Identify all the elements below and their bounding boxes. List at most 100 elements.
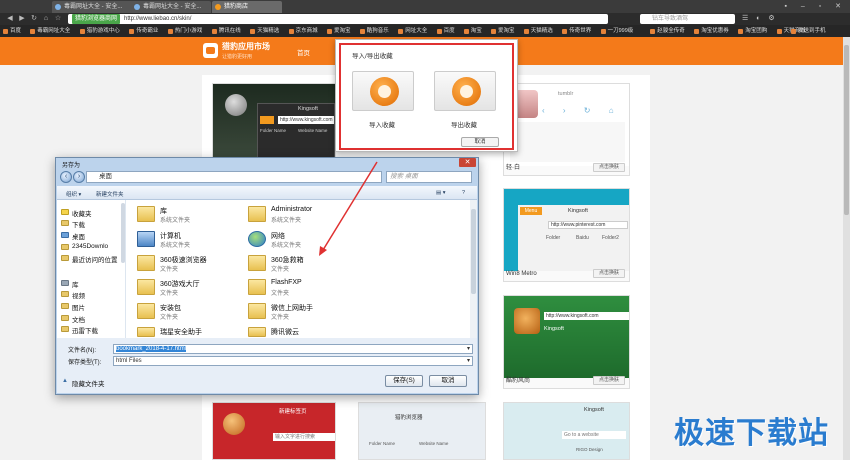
bookmark-icon bbox=[776, 28, 782, 34]
back-icon[interactable]: ‹ bbox=[60, 171, 72, 183]
tree-item[interactable]: 桌面 bbox=[60, 231, 85, 241]
tree-scrollbar[interactable] bbox=[121, 203, 125, 263]
bookmark-item[interactable]: 百度 bbox=[436, 25, 455, 37]
view-options-icon[interactable]: ▤ ▾ bbox=[436, 190, 446, 196]
skin-card-teal[interactable]: Kingsoft Go to a website RIGO Design bbox=[503, 402, 630, 460]
bookmark-item[interactable]: 爱淘宝 bbox=[326, 25, 351, 37]
file-item[interactable]: 360极速浏览器 文件夹 bbox=[137, 255, 247, 275]
file-item[interactable]: 安装包 文件夹 bbox=[137, 303, 247, 323]
chevron-down-icon[interactable]: ▾ bbox=[467, 345, 470, 353]
skin-card-gray[interactable]: 猎豹浏览器 Folder Name Website Name bbox=[358, 402, 486, 460]
back-icon[interactable]: ◀ bbox=[6, 15, 14, 23]
toolbar-icons[interactable]: ☰ ◐ ⚙ bbox=[742, 14, 778, 22]
file-list-scrollbar-thumb[interactable] bbox=[471, 209, 476, 294]
nav-home-link[interactable]: 首页 bbox=[297, 47, 310, 57]
save-button[interactable]: 保存(S) bbox=[385, 375, 423, 387]
file-item[interactable]: 网络 系统文件夹 bbox=[248, 231, 358, 251]
tree-item[interactable]: 迅雷下载 bbox=[60, 325, 98, 335]
bookmark-item[interactable]: 酷狗音乐 bbox=[359, 25, 389, 37]
bookmark-item[interactable]: 京东商城 bbox=[288, 25, 318, 37]
apply-skin-button[interactable]: 点击换肤 bbox=[592, 163, 625, 172]
bookmark-label: 一刀999级 bbox=[607, 28, 634, 34]
bookmark-icon bbox=[211, 28, 217, 34]
export-favorites-button[interactable] bbox=[434, 71, 496, 111]
filename-input[interactable]: bookmark_2018-4-17.html ▾ bbox=[113, 344, 473, 354]
skin-card-dark[interactable]: Kingsoft http://www.kingsoft.com Folder … bbox=[212, 83, 336, 163]
bookmark-item[interactable]: 天猫精选 bbox=[523, 25, 553, 37]
tree-item[interactable]: 文档 bbox=[60, 314, 85, 324]
file-item[interactable]: 360急救箱 文件夹 bbox=[248, 255, 358, 275]
bookmark-item[interactable]: 天猫精选 bbox=[249, 25, 279, 37]
star-icon[interactable]: ☆ bbox=[54, 15, 62, 23]
forward-icon[interactable]: › bbox=[73, 171, 85, 183]
import-favorites-button[interactable] bbox=[352, 71, 414, 111]
import-cancel-button[interactable]: 取消 bbox=[461, 137, 499, 147]
filetype-select[interactable]: html Files ▾ bbox=[113, 356, 473, 366]
file-name: 腾讯微云 bbox=[271, 329, 299, 336]
bookmark-item[interactable]: 毒霸网址大全 bbox=[29, 25, 70, 37]
bookmark-item[interactable]: 百度 bbox=[2, 25, 21, 37]
bookmark-item[interactable]: 淘宝优惠券 bbox=[693, 25, 729, 37]
bookmark-item[interactable]: 爱淘宝 bbox=[490, 25, 515, 37]
tab-2[interactable]: 毒霸网址大全 - 安全... bbox=[131, 1, 211, 13]
bookmark-item[interactable]: 猎豹游戏中心 bbox=[79, 25, 120, 37]
bookmark-item[interactable]: 淘宝团购 bbox=[737, 25, 767, 37]
address-bar[interactable]: 猎豹浏览器商网 http://www.liebao.cn/skin/ bbox=[68, 14, 608, 24]
tab-3[interactable]: 猎豹商店 bbox=[212, 1, 282, 13]
home-icon[interactable]: ⌂ bbox=[42, 15, 50, 23]
bookmark-icon bbox=[288, 28, 294, 34]
chevron-down-icon[interactable]: ▾ bbox=[467, 357, 470, 365]
bookmark-item[interactable]: 一刀999级 bbox=[600, 25, 634, 37]
refresh-icon[interactable]: ↻ bbox=[30, 15, 38, 23]
bookmark-icon bbox=[523, 28, 529, 34]
organize-menu[interactable]: 组织 ▾ bbox=[66, 190, 81, 198]
tree-item[interactable]: 库 bbox=[60, 279, 79, 289]
folder-search-input[interactable]: 搜索 桌面 bbox=[386, 171, 472, 183]
bookmark-item[interactable]: 发送到手机 bbox=[790, 25, 826, 37]
skin-card-light-white[interactable]: tumblr ‹ › ↻ ⌂ 轻·白 点击换肤 bbox=[503, 83, 630, 176]
help-icon[interactable]: ? bbox=[462, 190, 465, 196]
bookmark-item[interactable]: 传奇世界 bbox=[561, 25, 591, 37]
bookmark-item[interactable]: 传奇霸业 bbox=[128, 25, 158, 37]
bookmark-item[interactable]: 热门小游戏 bbox=[167, 25, 202, 37]
apply-skin-button[interactable]: 点击换肤 bbox=[592, 376, 625, 385]
file-item[interactable]: 微信上网助手 文件夹 bbox=[248, 303, 358, 323]
skin-card-red[interactable]: 新建标签页 输入文字进行搜索 bbox=[212, 402, 336, 460]
user-folder-icon bbox=[248, 206, 266, 222]
hide-folders-toggle[interactable]: 隐藏文件夹 bbox=[62, 378, 105, 388]
path-breadcrumb[interactable]: 桌面 bbox=[86, 171, 382, 183]
file-item[interactable]: 瑞星安全助手 bbox=[137, 327, 247, 338]
folder-icon bbox=[248, 327, 266, 337]
bookmark-item[interactable]: 赵骏全传奇 bbox=[649, 25, 685, 37]
bookmark-item[interactable]: 淘宝 bbox=[463, 25, 482, 37]
search-input[interactable]: 钻车导致酒驾 bbox=[640, 14, 735, 24]
bookmark-item[interactable]: 网址大全 bbox=[397, 25, 427, 37]
apply-skin-button[interactable]: 点击换肤 bbox=[592, 269, 625, 278]
skin-card-win8-metro[interactable]: Menu Kingsoft http://www.pinterest.com F… bbox=[503, 188, 630, 282]
file-item[interactable]: 计算机 系统文件夹 bbox=[137, 231, 247, 251]
tree-item[interactable]: 图片 bbox=[60, 302, 85, 312]
tree-item[interactable]: 视频 bbox=[60, 290, 85, 300]
skin-card-cool-leopard[interactable]: http://www.kingsoft.com Kingsoft 酷豹风尚 点击… bbox=[503, 295, 630, 389]
cancel-button[interactable]: 取消 bbox=[429, 375, 467, 387]
tree-item[interactable]: 2345Downlo bbox=[60, 243, 108, 250]
bookmark-item[interactable]: 腾讯在线 bbox=[211, 25, 241, 37]
folder-icon bbox=[61, 315, 69, 321]
close-icon[interactable]: ✕ bbox=[459, 158, 476, 167]
tree-item[interactable]: 下载 bbox=[60, 219, 85, 229]
file-item[interactable]: 360游戏大厅 文件夹 bbox=[137, 279, 247, 299]
tree-item[interactable]: 最近访问的位置 bbox=[60, 254, 118, 264]
url-text: http://www.liebao.cn/skin/ bbox=[124, 16, 192, 22]
new-folder-button[interactable]: 新建文件夹 bbox=[96, 190, 124, 198]
tree-item[interactable]: 收藏夹 bbox=[60, 208, 92, 218]
file-item[interactable]: Administrator 系统文件夹 bbox=[248, 206, 358, 226]
tab-1[interactable]: 毒霸网址大全 - 安全... bbox=[52, 1, 142, 13]
file-item[interactable]: 腾讯微云 bbox=[248, 327, 358, 338]
file-item[interactable]: FlashFXP 文件夹 bbox=[248, 279, 358, 299]
window-controls[interactable]: ▪ – ▫ ✕ bbox=[784, 2, 847, 10]
file-item[interactable]: 库系统文件夹 bbox=[137, 206, 247, 226]
file-type: 文件夹 bbox=[271, 267, 290, 273]
forward-icon[interactable]: ▶ bbox=[18, 15, 26, 23]
bookmark-icon bbox=[167, 28, 173, 34]
page-scrollbar-thumb[interactable] bbox=[844, 45, 849, 215]
